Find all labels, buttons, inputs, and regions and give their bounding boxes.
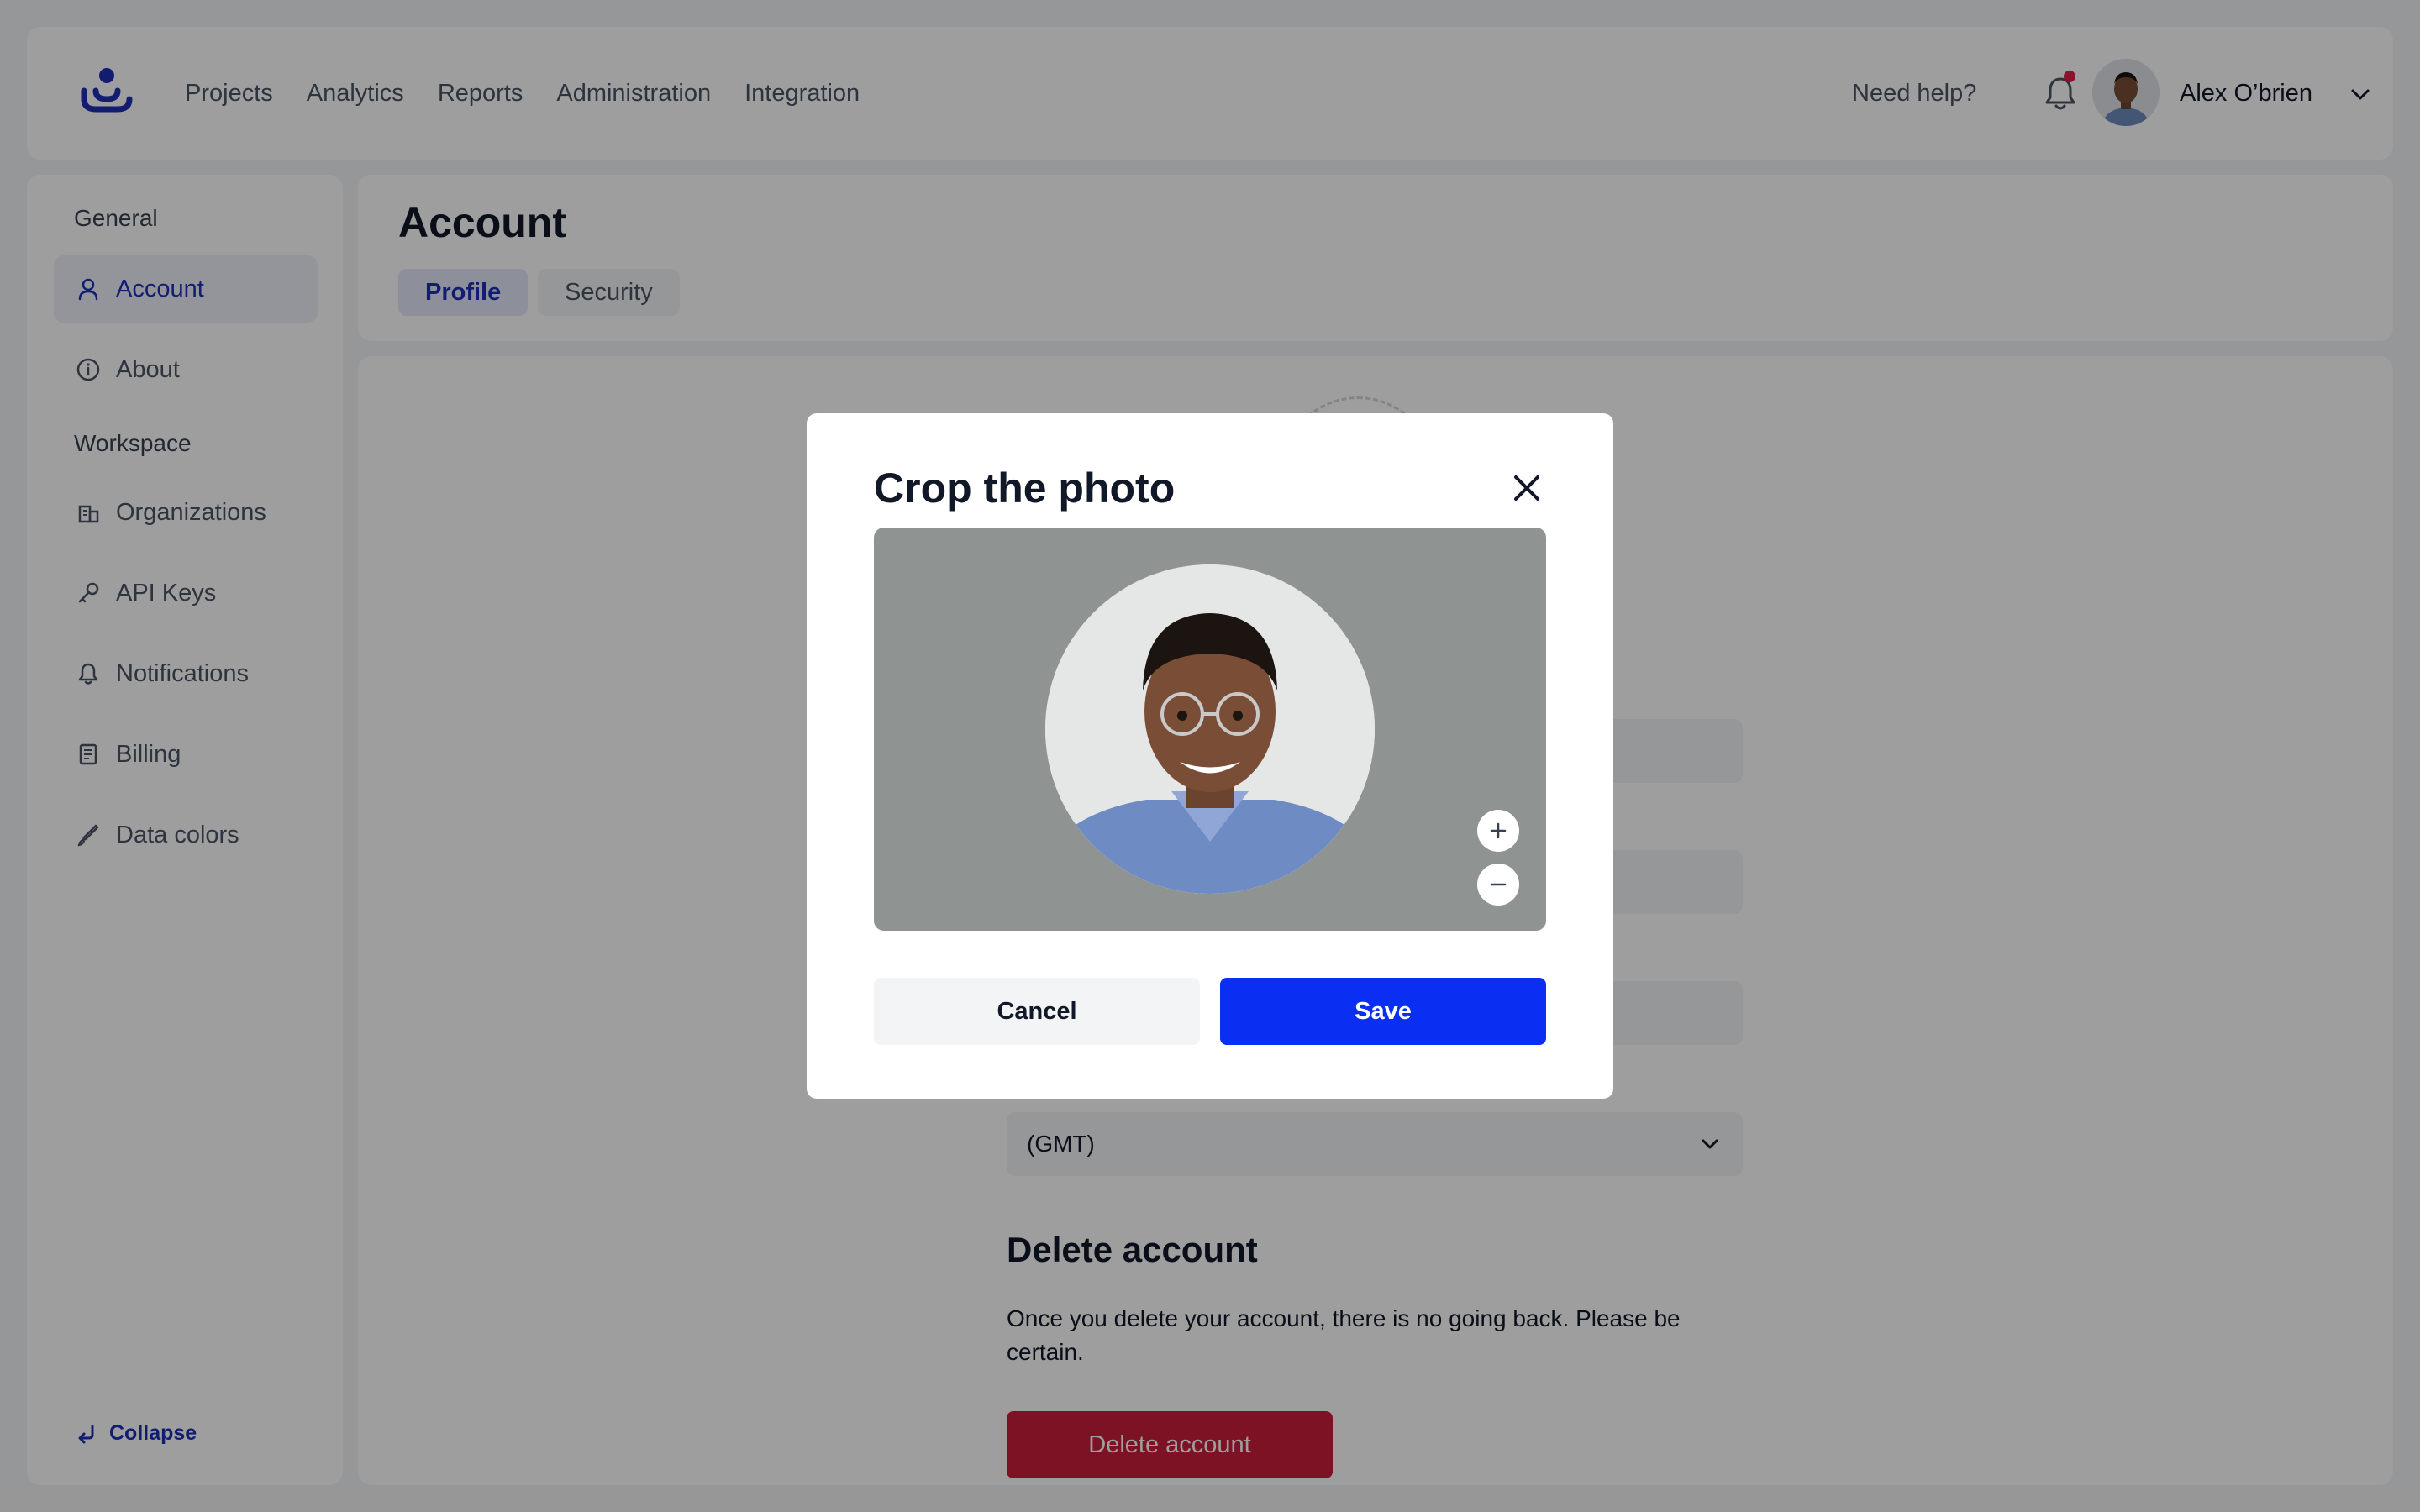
cancel-button[interactable]: Cancel — [874, 978, 1200, 1045]
crop-circle[interactable] — [1045, 564, 1375, 894]
crop-photo-modal: Crop the photo Cancel Save — [807, 413, 1613, 1099]
crop-area[interactable] — [874, 528, 1546, 931]
minus-icon — [1490, 883, 1507, 886]
plus-icon — [1490, 822, 1507, 839]
zoom-out-button[interactable] — [1477, 864, 1519, 906]
modal-title: Crop the photo — [874, 465, 1176, 512]
profile-photo — [1045, 564, 1375, 894]
save-button[interactable]: Save — [1220, 978, 1546, 1045]
close-icon[interactable] — [1506, 467, 1548, 509]
zoom-in-button[interactable] — [1477, 810, 1519, 852]
